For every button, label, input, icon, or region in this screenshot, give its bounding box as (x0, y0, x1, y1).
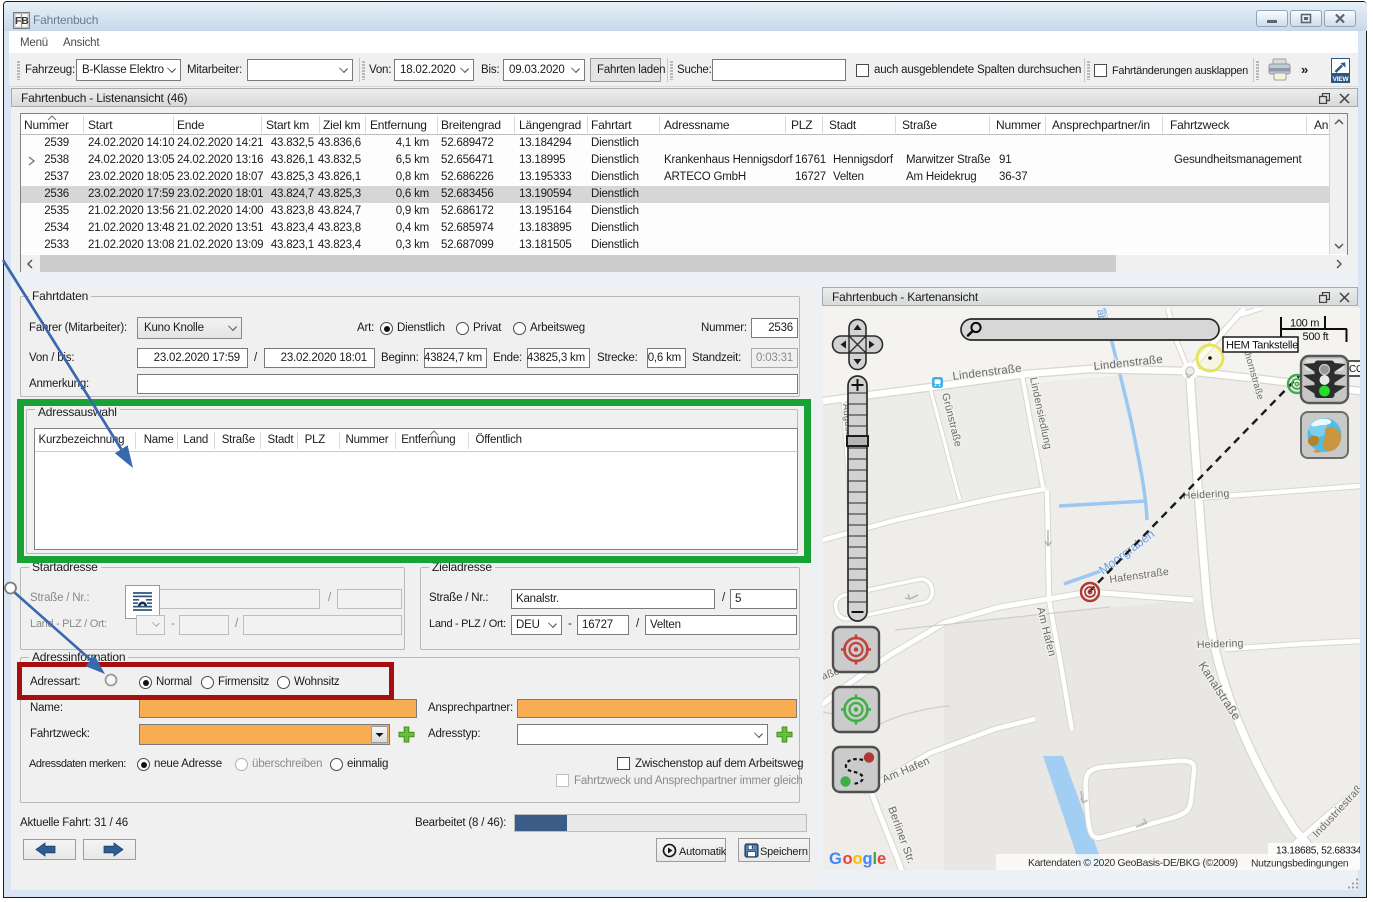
svg-text:HEM Tankstelle: HEM Tankstelle (1226, 340, 1298, 352)
svg-text:e: e (877, 850, 886, 868)
svg-text:100 m: 100 m (1290, 318, 1319, 330)
svg-text:o: o (843, 850, 853, 868)
svg-text:Heidering: Heidering (1197, 637, 1244, 651)
svg-text:g: g (863, 850, 873, 868)
svg-text:Kartendaten © 2020 GeoBasis-DE: Kartendaten © 2020 GeoBasis-DE/BKG (©200… (1028, 858, 1238, 869)
svg-text:VIEW: VIEW (1333, 76, 1350, 83)
svg-text:B: B (21, 15, 29, 27)
svg-text:13.18685, 52.68334: 13.18685, 52.68334 (1276, 846, 1360, 857)
svg-text:o: o (853, 850, 863, 868)
svg-text:G: G (829, 850, 842, 868)
svg-text:Nutzungsbedingungen: Nutzungsbedingungen (1251, 859, 1349, 870)
svg-text:CO: CO (1349, 364, 1360, 375)
svg-text:500 ft: 500 ft (1303, 331, 1329, 343)
